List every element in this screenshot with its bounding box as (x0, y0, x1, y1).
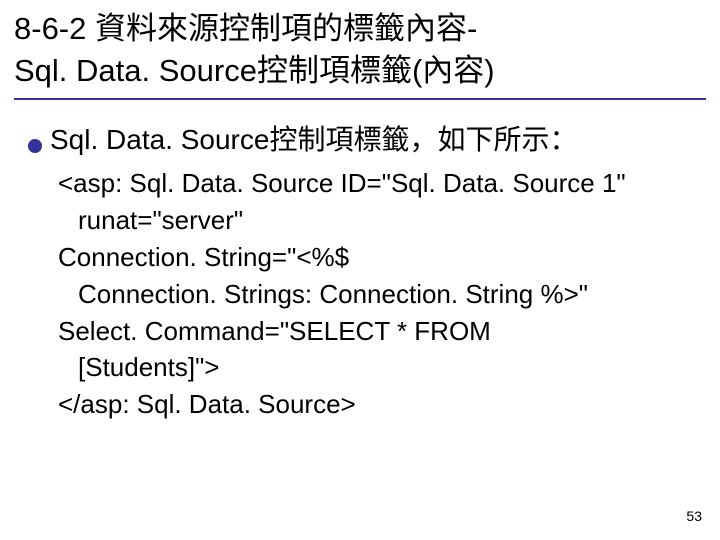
code-line: <asp: Sql. Data. Source ID="Sql. Data. S… (58, 165, 696, 202)
bullet-item: Sql. Data. Source控制項標籤，如下所示： (28, 120, 696, 159)
title-line-2: Sql. Data. Source控制項標籤(內容) (14, 50, 706, 92)
slide-body: Sql. Data. Source控制項標籤，如下所示： <asp: Sql. … (0, 100, 720, 424)
code-line: [Students]"> (58, 349, 696, 386)
code-line: runat="server" (58, 202, 696, 239)
code-line: </asp: Sql. Data. Source> (58, 386, 696, 423)
code-line: Connection. Strings: Connection. String … (58, 276, 696, 313)
code-block: <asp: Sql. Data. Source ID="Sql. Data. S… (28, 159, 696, 423)
bullet-text: Sql. Data. Source控制項標籤，如下所示： (50, 120, 577, 159)
title-line-1: 8-6-2 資料來源控制項的標籤內容- (14, 8, 706, 50)
code-line: Select. Command="SELECT * FROM (58, 313, 696, 350)
slide: 8-6-2 資料來源控制項的標籤內容- Sql. Data. Source控制項… (0, 0, 720, 540)
page-number: 53 (686, 508, 702, 524)
bullet-icon (28, 139, 42, 153)
code-line: Connection. String="<%$ (58, 239, 696, 276)
slide-title: 8-6-2 資料來源控制項的標籤內容- Sql. Data. Source控制項… (0, 0, 720, 94)
